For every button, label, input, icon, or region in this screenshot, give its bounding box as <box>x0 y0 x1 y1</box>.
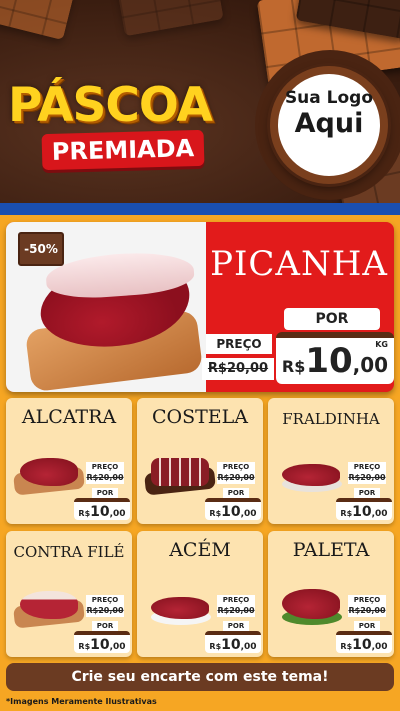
hero-price-dec: ,00 <box>352 353 389 377</box>
product-name: PALETA <box>292 539 370 561</box>
por-label: POR <box>223 621 249 631</box>
paleta-meat-icon <box>282 589 340 619</box>
preco-label: PREÇO <box>86 462 124 472</box>
product-card-contra-file[interactable]: CONTRA FILÉ PREÇO R$20,00 POR R$10,00 <box>6 531 132 657</box>
old-price: R$20,00 <box>348 472 386 484</box>
new-price: R$10,00 <box>74 631 130 653</box>
old-price: R$20,00 <box>348 605 386 617</box>
price-currency: R$ <box>78 642 91 651</box>
title-pascoa: PÁSCOA <box>8 78 213 133</box>
price-dec: ,00 <box>240 509 257 519</box>
new-price: R$10,00 <box>74 498 130 520</box>
product-card-costela[interactable]: COSTELA PREÇO R$20,00 POR R$10,00 <box>137 398 263 524</box>
por-label: POR <box>92 621 118 631</box>
price-int: 10 <box>352 637 372 653</box>
preco-label: PREÇO <box>86 595 124 605</box>
old-price: R$20,00 <box>217 472 255 484</box>
new-price: R$10,00 <box>205 631 261 653</box>
product-name: COSTELA <box>151 406 248 428</box>
price-int: 10 <box>90 637 110 653</box>
por-label: POR <box>354 488 380 498</box>
product-card-alcatra[interactable]: ALCATRA PREÇO R$20,00 POR R$10,00 <box>6 398 132 524</box>
hero-product-name: PICANHA <box>210 244 388 284</box>
chocolate-bar-decoration <box>0 0 75 41</box>
price-dec: ,00 <box>109 642 126 652</box>
price-currency: R$ <box>209 642 222 651</box>
product-card-fraldinha[interactable]: FRALDINHA PREÇO R$20,00 POR R$10,00 <box>268 398 394 524</box>
hero-product-image: -50% <box>6 222 206 392</box>
old-price: R$20,00 <box>217 605 255 617</box>
contra-file-meat-icon <box>20 591 78 619</box>
product-card-acem[interactable]: ACÉM PREÇO R$20,00 POR R$10,00 <box>137 531 263 657</box>
por-label: POR <box>223 488 249 498</box>
old-price: R$20,00 <box>86 605 124 617</box>
hero-price-int: 10 <box>305 341 353 381</box>
preco-label: PREÇO <box>217 462 255 472</box>
preco-label: PREÇO <box>217 595 255 605</box>
price-currency: R$ <box>78 509 91 518</box>
blue-divider-band <box>0 203 400 215</box>
cta-banner[interactable]: Crie seu encarte com este tema! <box>6 663 394 691</box>
hero-offer-card[interactable]: -50% PICANHA POR PREÇO R$20,00 KG R$10,0… <box>6 222 394 392</box>
product-name: ALCATRA <box>21 406 117 428</box>
price-currency: R$ <box>340 509 353 518</box>
preco-label: PREÇO <box>348 595 386 605</box>
preco-label: PREÇO <box>348 462 386 472</box>
price-dec: ,00 <box>109 509 126 519</box>
fraldinha-meat-icon <box>282 464 340 486</box>
logo-placeholder[interactable]: Sua Logo Aqui <box>270 66 388 184</box>
title-premiada: PREMIADA <box>41 129 205 171</box>
old-price: R$20,00 <box>86 472 124 484</box>
price-dec: ,00 <box>240 642 257 652</box>
new-price: R$10,00 <box>336 498 392 520</box>
price-dec: ,00 <box>371 642 388 652</box>
price-int: 10 <box>90 504 110 520</box>
price-int: 10 <box>221 504 241 520</box>
hero-old-price: R$20,00 <box>202 358 274 380</box>
alcatra-meat-icon <box>20 458 78 486</box>
hero-unit-label: KG <box>375 340 388 349</box>
new-price: R$10,00 <box>336 631 392 653</box>
por-label: POR <box>92 488 118 498</box>
logo-text-line2: Aqui <box>294 108 364 139</box>
price-dec: ,00 <box>371 509 388 519</box>
por-label: POR <box>354 621 380 631</box>
product-name: ACÉM <box>169 539 231 561</box>
price-int: 10 <box>352 504 372 520</box>
product-name: FRALDINHA <box>282 410 380 428</box>
hero-price-currency: R$ <box>281 357 306 376</box>
product-card-paleta[interactable]: PALETA PREÇO R$20,00 POR R$10,00 <box>268 531 394 657</box>
new-price: R$10,00 <box>205 498 261 520</box>
hero-por-label: POR <box>284 308 380 330</box>
price-int: 10 <box>221 637 241 653</box>
price-currency: R$ <box>209 509 222 518</box>
hero-new-price: KG R$10,00 <box>276 332 394 384</box>
disclaimer-text: *Imagens Meramente Ilustrativas <box>6 697 157 706</box>
product-name: CONTRA FILÉ <box>13 543 125 561</box>
costela-meat-icon <box>151 458 209 486</box>
hero-preco-label: PREÇO <box>206 334 272 354</box>
price-currency: R$ <box>340 642 353 651</box>
discount-badge: -50% <box>18 232 64 266</box>
logo-text-line1: Sua Logo <box>284 88 374 108</box>
header-banner: PÁSCOA PREMIADA Sua Logo Aqui <box>0 0 400 212</box>
chocolate-bar-decoration <box>116 0 224 37</box>
acem-meat-icon <box>151 597 209 619</box>
